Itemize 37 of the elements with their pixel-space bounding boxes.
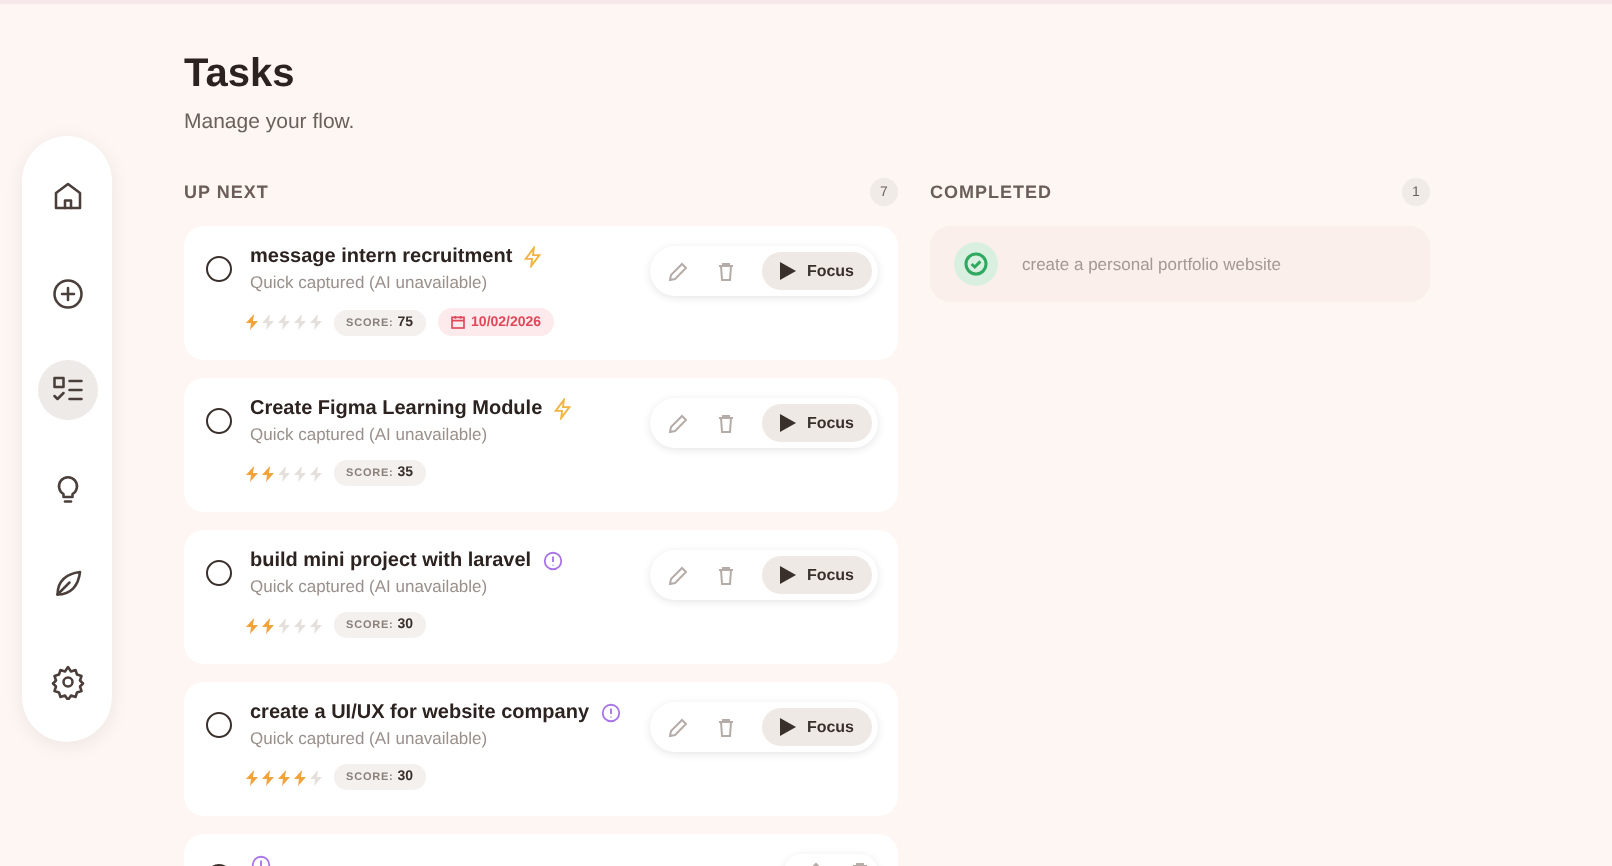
task-title: build mini project with laravel (250, 550, 532, 572)
lightning-icon (552, 398, 575, 420)
lightning-icon (522, 246, 545, 268)
plus-circle-icon (49, 275, 85, 312)
task-checkbox[interactable] (206, 408, 232, 434)
page-subtitle: Manage your flow. (184, 110, 357, 134)
bolt-filled-icon (246, 314, 258, 330)
task-title: create a UI/UX for website company (250, 702, 590, 724)
task-checkbox[interactable] (206, 712, 232, 738)
task-checkbox[interactable] (206, 256, 232, 282)
info-icon (541, 550, 564, 572)
section-heading: COMPLETED (930, 182, 1053, 202)
task-subtitle: Quick captured (AI unavailable) (250, 728, 490, 748)
task-subtitle: Quick captured (AI unavailable) (250, 576, 490, 596)
play-icon (780, 262, 797, 280)
focus-button[interactable]: Focus (762, 404, 872, 442)
bolt-empty-icon (310, 769, 322, 785)
calendar-icon (449, 314, 466, 330)
nav-tasks-button[interactable] (37, 360, 97, 421)
section-heading: UP NEXT (184, 182, 269, 202)
page-title: Tasks (184, 52, 297, 98)
completed-task-title: create a personal portfolio website (1022, 254, 1281, 274)
task-checkbox[interactable] (206, 560, 232, 586)
home-icon (49, 178, 85, 215)
focus-button[interactable]: Focus (762, 556, 872, 594)
task-title: Create Figma Learning Module (250, 398, 543, 420)
play-icon (780, 718, 797, 736)
task-subtitle: Quick captured (AI unavailable) (250, 272, 490, 292)
check-circle-icon[interactable] (954, 242, 998, 286)
task-title: message intern recruitment (250, 246, 513, 268)
focus-button[interactable]: Focus (762, 708, 872, 746)
task-subtitle: Quick captured (AI unavailable) (250, 424, 490, 444)
settings-icon (49, 663, 85, 700)
play-icon (780, 414, 797, 432)
focus-button[interactable]: Focus (762, 252, 872, 290)
info-icon (599, 702, 622, 724)
play-icon (780, 566, 797, 584)
